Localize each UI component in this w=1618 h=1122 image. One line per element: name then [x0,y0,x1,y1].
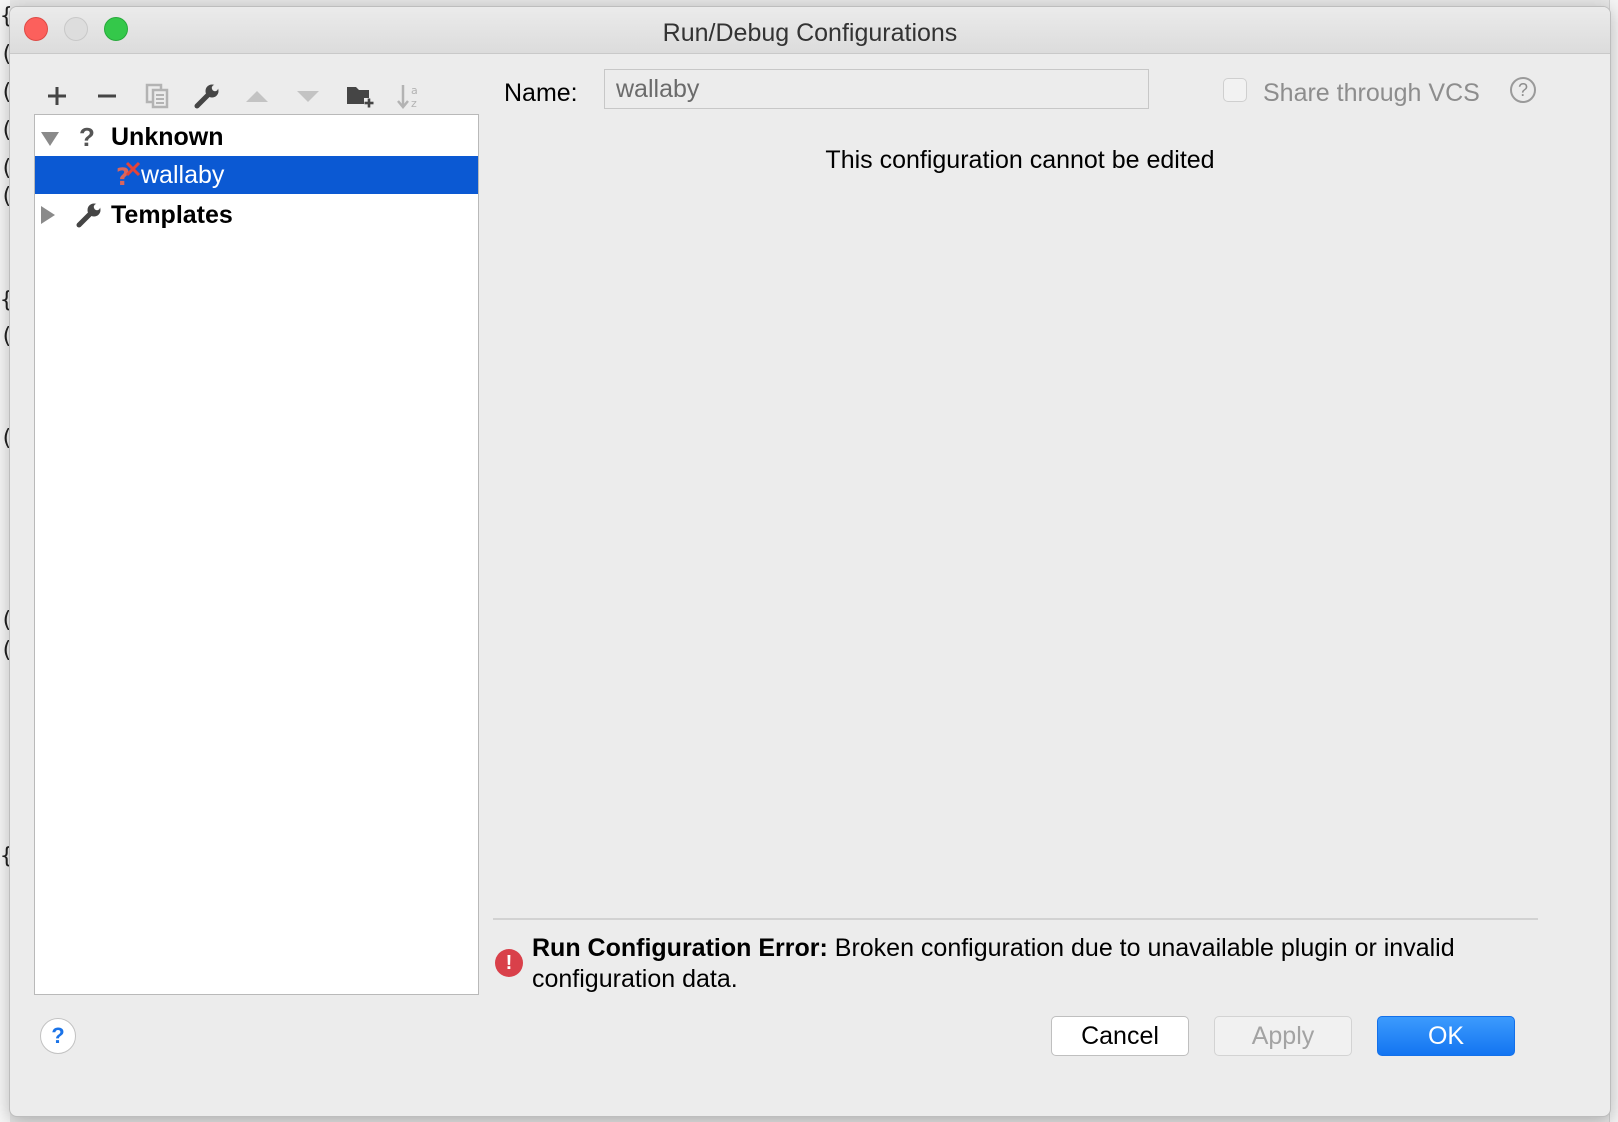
move-down-icon[interactable] [289,77,327,115]
name-label: Name: [504,79,578,107]
add-icon[interactable] [38,77,76,115]
name-field[interactable] [604,69,1149,109]
help-button[interactable]: ? [40,1018,76,1054]
wrench-icon[interactable] [188,77,226,115]
tree-group-templates[interactable]: Templates [35,196,478,234]
apply-button[interactable]: Apply [1214,1016,1352,1056]
move-up-icon[interactable] [238,77,276,115]
configuration-tree[interactable]: ? Unknown ? wallaby Templates [34,114,479,995]
error-message: Run Configuration Error: Broken configur… [532,933,1542,995]
ok-button[interactable]: OK [1377,1016,1515,1056]
tree-group-label: Templates [111,201,233,229]
copy-icon[interactable] [138,77,176,115]
cannot-edit-message: This configuration cannot be edited [825,146,1215,174]
error-title: Run Configuration Error: [532,934,828,962]
error-icon: ! [495,949,523,977]
share-vcs-label: Share through VCS [1263,79,1480,107]
tree-group-unknown[interactable]: ? Unknown [35,118,478,156]
window-title: Run/Debug Configurations [662,19,958,47]
tree-item-label: wallaby [141,161,225,189]
collapse-arrow-icon[interactable] [41,206,55,224]
tree-group-label: Unknown [111,123,224,151]
expand-arrow-icon[interactable] [41,132,59,146]
broken-config-icon: ? [115,159,143,191]
question-icon: ? [79,122,95,152]
divider [493,918,1538,920]
svg-text:a: a [411,84,418,97]
share-vcs-checkbox[interactable] [1223,78,1247,102]
title-bar: Run/Debug Configurations [10,7,1610,54]
cancel-button[interactable]: Cancel [1051,1016,1189,1056]
new-folder-icon[interactable] [341,77,379,115]
svg-text:z: z [411,97,417,110]
sort-alpha-icon[interactable]: az [391,77,429,115]
run-debug-dialog: Run/Debug Configurations az ? Unknown ? [9,6,1611,1117]
vcs-help-icon[interactable]: ? [1510,77,1536,103]
tree-item-wallaby[interactable]: ? wallaby [35,156,478,194]
wrench-icon [75,201,103,234]
remove-icon[interactable] [88,77,126,115]
svg-text:?: ? [116,163,130,189]
